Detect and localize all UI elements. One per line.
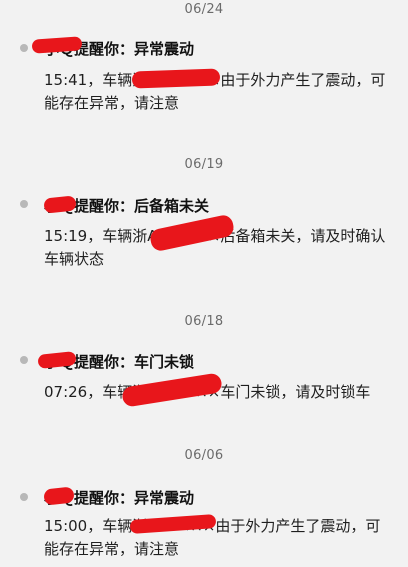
bullet-dot-icon <box>20 44 28 52</box>
date-label: 06/06 <box>184 448 224 463</box>
bullet-dot-icon <box>20 200 28 208</box>
bullet-dot-icon <box>20 356 28 364</box>
bullet-dot-icon <box>20 493 28 501</box>
date-label: 06/18 <box>184 314 224 329</box>
notification-body[interactable]: 15:00，车辆浙AA0×××由于外力产生了震动，可能存在异常，请注意 <box>44 515 394 561</box>
redaction-mark <box>131 68 221 89</box>
date-label: 06/24 <box>184 2 224 17</box>
date-label: 06/19 <box>184 157 224 172</box>
notification-feed: 06/24 小Ｑ提醒你：异常震动 15:41，车辆浙A×××××由于外力产生了震… <box>0 0 408 567</box>
